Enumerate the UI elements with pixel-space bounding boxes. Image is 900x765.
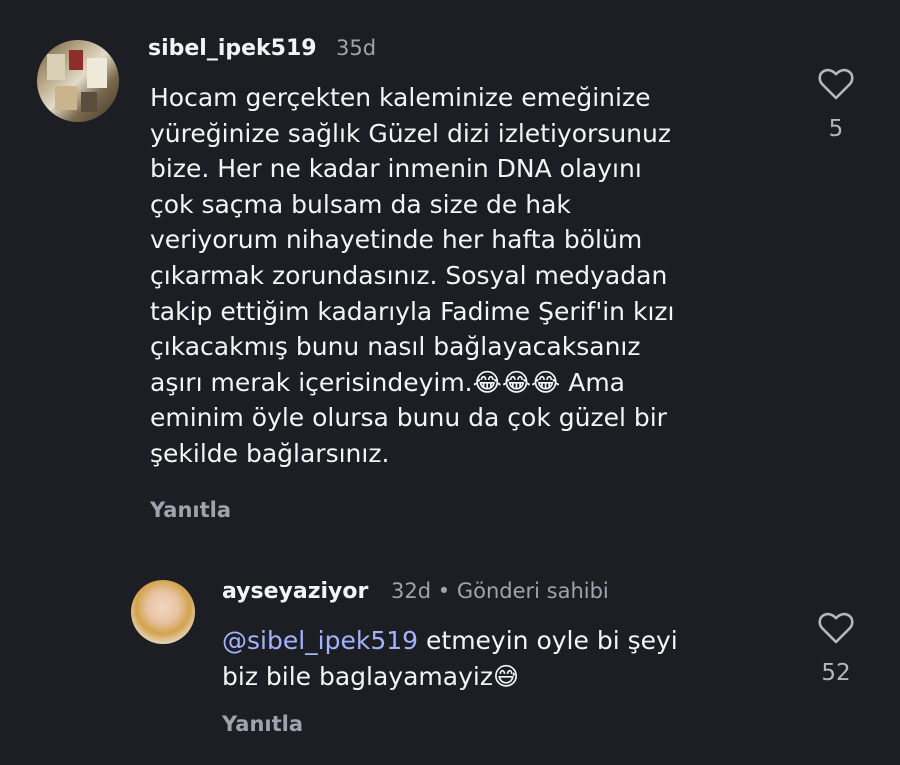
- reply-time-value: 32d: [391, 579, 432, 603]
- mention-link[interactable]: @sibel_ipek519: [222, 626, 418, 655]
- comment-text-main: Hocam gerçekten kaleminize emeğinize yür…: [150, 83, 675, 397]
- laughing-emoji: 😂😂😂: [472, 367, 561, 397]
- comment-username[interactable]: sibel_ipek519: [148, 36, 317, 61]
- heart-icon[interactable]: [818, 68, 854, 100]
- comment-time: 35d: [336, 36, 377, 60]
- reply-button[interactable]: Yanıtla: [222, 712, 303, 736]
- reply-time: 32d • Gönderi sahibi: [391, 579, 609, 603]
- author-badge: Gönderi sahibi: [456, 579, 609, 603]
- like-count: 5: [828, 116, 844, 142]
- avatar[interactable]: [131, 580, 195, 644]
- separator-dot: •: [437, 579, 451, 603]
- comment-text: Hocam gerçekten kaleminize emeğinize yür…: [150, 80, 800, 472]
- heart-icon[interactable]: [818, 612, 854, 644]
- sweat-smile-emoji: 😅: [492, 661, 520, 691]
- reply-button[interactable]: Yanıtla: [150, 498, 231, 522]
- like-count: 52: [821, 660, 851, 686]
- reply-username[interactable]: ayseyaziyor: [222, 579, 368, 604]
- avatar[interactable]: [37, 40, 119, 122]
- reply-text: @sibel_ipek519 etmeyin oyle bi şeyi biz …: [222, 623, 782, 694]
